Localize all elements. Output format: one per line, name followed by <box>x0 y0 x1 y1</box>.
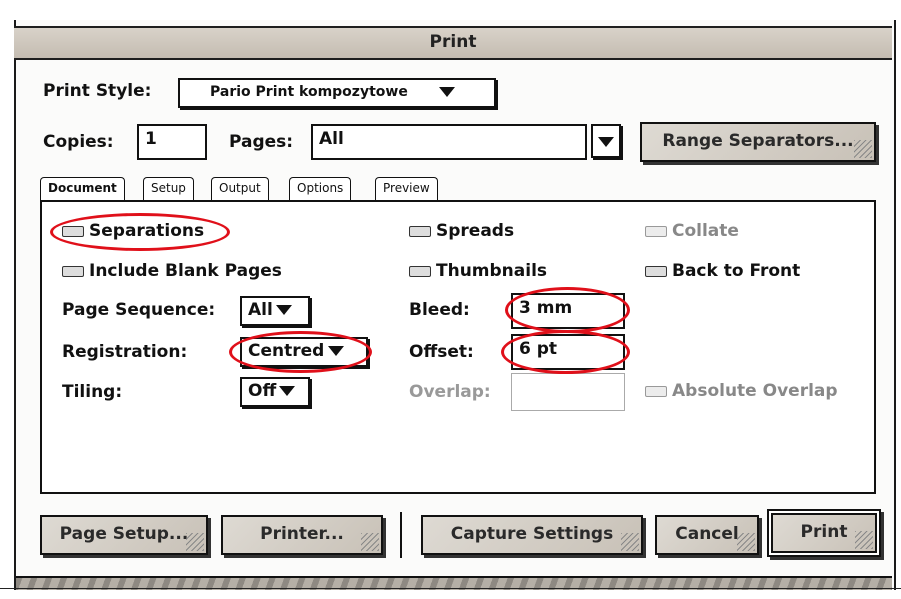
capture-settings-button[interactable]: Capture Settings <box>421 515 643 555</box>
registration-select[interactable]: Centred <box>240 337 368 367</box>
collate-label: Collate <box>672 221 739 241</box>
page-sequence-select[interactable]: All <box>240 296 310 326</box>
copies-label: Copies: <box>43 132 114 152</box>
chevron-down-icon <box>275 305 292 315</box>
tiling-select[interactable]: Off <box>240 377 310 407</box>
pages-field[interactable]: All <box>311 124 587 160</box>
pages-label: Pages: <box>229 132 294 152</box>
button-divider <box>400 512 402 558</box>
page-setup-button[interactable]: Page Setup... <box>40 515 208 555</box>
page-sequence-label: Page Sequence: <box>62 300 216 320</box>
range-separators-button[interactable]: Range Separators... <box>640 122 876 162</box>
print-style-select[interactable]: Pario Print kompozytowe <box>178 78 496 108</box>
checkbox-icon <box>409 265 431 277</box>
checkbox-icon <box>62 265 84 277</box>
include-blank-pages-checkbox[interactable]: Include Blank Pages <box>62 261 282 281</box>
chevron-down-icon <box>279 386 296 396</box>
include-blank-pages-label: Include Blank Pages <box>89 261 282 281</box>
separations-label: Separations <box>89 221 205 241</box>
offset-label: Offset: <box>409 342 474 362</box>
cancel-button[interactable]: Cancel <box>655 515 759 555</box>
bleed-field[interactable]: 3 mm <box>511 293 625 329</box>
tab-setup[interactable]: Setup <box>143 177 194 201</box>
spreads-label: Spreads <box>436 221 515 241</box>
checkbox-icon <box>62 225 84 237</box>
spreads-checkbox[interactable]: Spreads <box>409 221 514 241</box>
chevron-down-icon <box>598 137 614 147</box>
back-to-front-label: Back to Front <box>672 261 801 281</box>
separations-checkbox[interactable]: Separations <box>62 221 204 241</box>
chevron-down-icon <box>438 87 455 97</box>
page-sequence-value: All <box>248 300 273 320</box>
checkbox-icon <box>645 385 667 397</box>
tiling-label: Tiling: <box>62 382 123 402</box>
print-button[interactable]: Print <box>771 513 877 553</box>
overlap-label: Overlap: <box>409 382 491 402</box>
tab-preview[interactable]: Preview <box>375 177 438 201</box>
back-to-front-checkbox[interactable]: Back to Front <box>645 261 800 281</box>
tiling-value: Off <box>248 381 277 401</box>
absolute-overlap-checkbox: Absolute Overlap <box>645 381 838 401</box>
tab-options[interactable]: Options <box>289 177 352 201</box>
absolute-overlap-label: Absolute Overlap <box>672 381 838 401</box>
printer-button[interactable]: Printer... <box>221 515 383 555</box>
thumbnails-checkbox[interactable]: Thumbnails <box>409 261 547 281</box>
collate-checkbox: Collate <box>645 221 739 241</box>
registration-value: Centred <box>248 341 325 361</box>
thumbnails-label: Thumbnails <box>436 261 548 281</box>
bleed-label: Bleed: <box>409 300 470 320</box>
checkbox-icon <box>645 265 667 277</box>
registration-label: Registration: <box>62 342 188 362</box>
checkbox-icon <box>409 225 431 237</box>
chevron-down-icon <box>328 346 345 356</box>
title-bar[interactable]: Print <box>14 26 892 60</box>
dialog-title: Print <box>429 32 477 52</box>
bottom-rule <box>0 588 901 589</box>
pages-dropdown-button[interactable] <box>591 124 621 158</box>
checkbox-icon <box>645 225 667 237</box>
tab-output[interactable]: Output <box>211 177 269 201</box>
print-style-value: Pario Print kompozytowe <box>210 84 408 100</box>
overlap-field <box>511 373 625 411</box>
offset-field[interactable]: 6 pt <box>511 334 625 370</box>
print-style-label: Print Style: <box>43 81 152 101</box>
copies-field[interactable]: 1 <box>137 124 207 160</box>
